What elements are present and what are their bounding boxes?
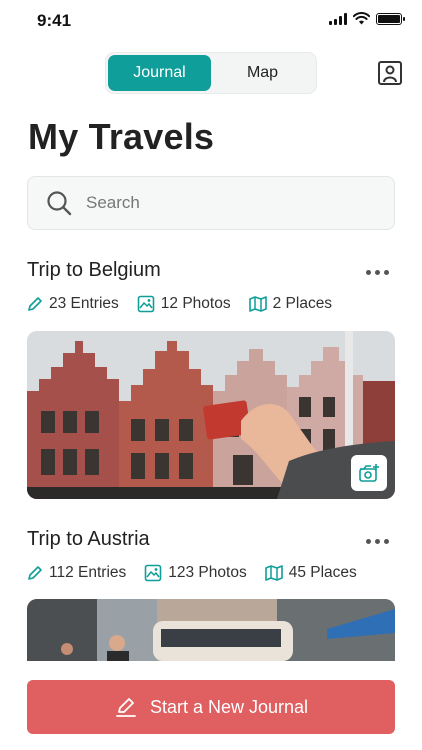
status-time: 9:41 <box>37 11 72 30</box>
search-input[interactable] <box>86 193 366 213</box>
pencil-icon <box>28 566 42 580</box>
map-icon <box>248 296 267 312</box>
map-icon <box>264 565 283 581</box>
more-options-icon[interactable] <box>366 265 392 279</box>
photos-icon <box>137 295 155 313</box>
view-switcher: Journal Map <box>105 52 317 94</box>
more-options-icon[interactable] <box>366 534 392 548</box>
search-icon <box>47 191 72 216</box>
entries-stat: 23 Entries <box>27 295 119 313</box>
entries-stat: 112 Entries <box>27 564 126 582</box>
photos-count: 123 Photos <box>168 564 247 581</box>
profile-icon[interactable] <box>378 61 402 85</box>
places-stat: 45 Places <box>264 564 357 582</box>
places-stat: 2 Places <box>248 295 333 313</box>
wifi-icon <box>353 12 370 25</box>
battery-icon <box>376 12 405 25</box>
start-new-journal-label: Start a New Journal <box>149 696 309 717</box>
photos-stat: 123 Photos <box>144 564 247 582</box>
page-title: My Travels <box>28 116 215 157</box>
status-bar: 9:41 <box>0 0 422 40</box>
photos-count: 12 Photos <box>160 295 231 312</box>
add-photo-icon <box>359 464 379 482</box>
trip-stats: 112 Entries 123 Photos 45 Places <box>27 564 357 582</box>
trip-cover-photo[interactable] <box>27 599 395 661</box>
trip-cover-photo[interactable] <box>27 331 395 499</box>
trip-stats: 23 Entries 12 Photos 2 Places <box>27 295 332 313</box>
tab-journal[interactable]: Journal <box>108 55 211 91</box>
trip-title: Trip to Belgium <box>27 259 161 281</box>
trip-title: Trip to Austria <box>27 528 150 550</box>
add-photo-button[interactable] <box>351 455 387 491</box>
places-count: 45 Places <box>288 564 357 581</box>
entries-count: 112 Entries <box>49 564 127 581</box>
pencil-icon <box>28 297 42 311</box>
photos-stat: 12 Photos <box>137 295 231 313</box>
tab-map[interactable]: Map <box>211 55 314 91</box>
austria-street-image <box>27 599 395 661</box>
places-count: 2 Places <box>272 295 333 312</box>
entries-count: 23 Entries <box>49 295 119 312</box>
status-icons <box>329 12 405 25</box>
photos-icon <box>144 564 162 582</box>
edit-icon <box>116 698 136 717</box>
signal-icon <box>329 12 347 25</box>
start-new-journal-button[interactable]: Start a New Journal <box>27 680 395 734</box>
search-bar[interactable] <box>27 176 395 230</box>
belgium-houses-image <box>27 331 395 499</box>
